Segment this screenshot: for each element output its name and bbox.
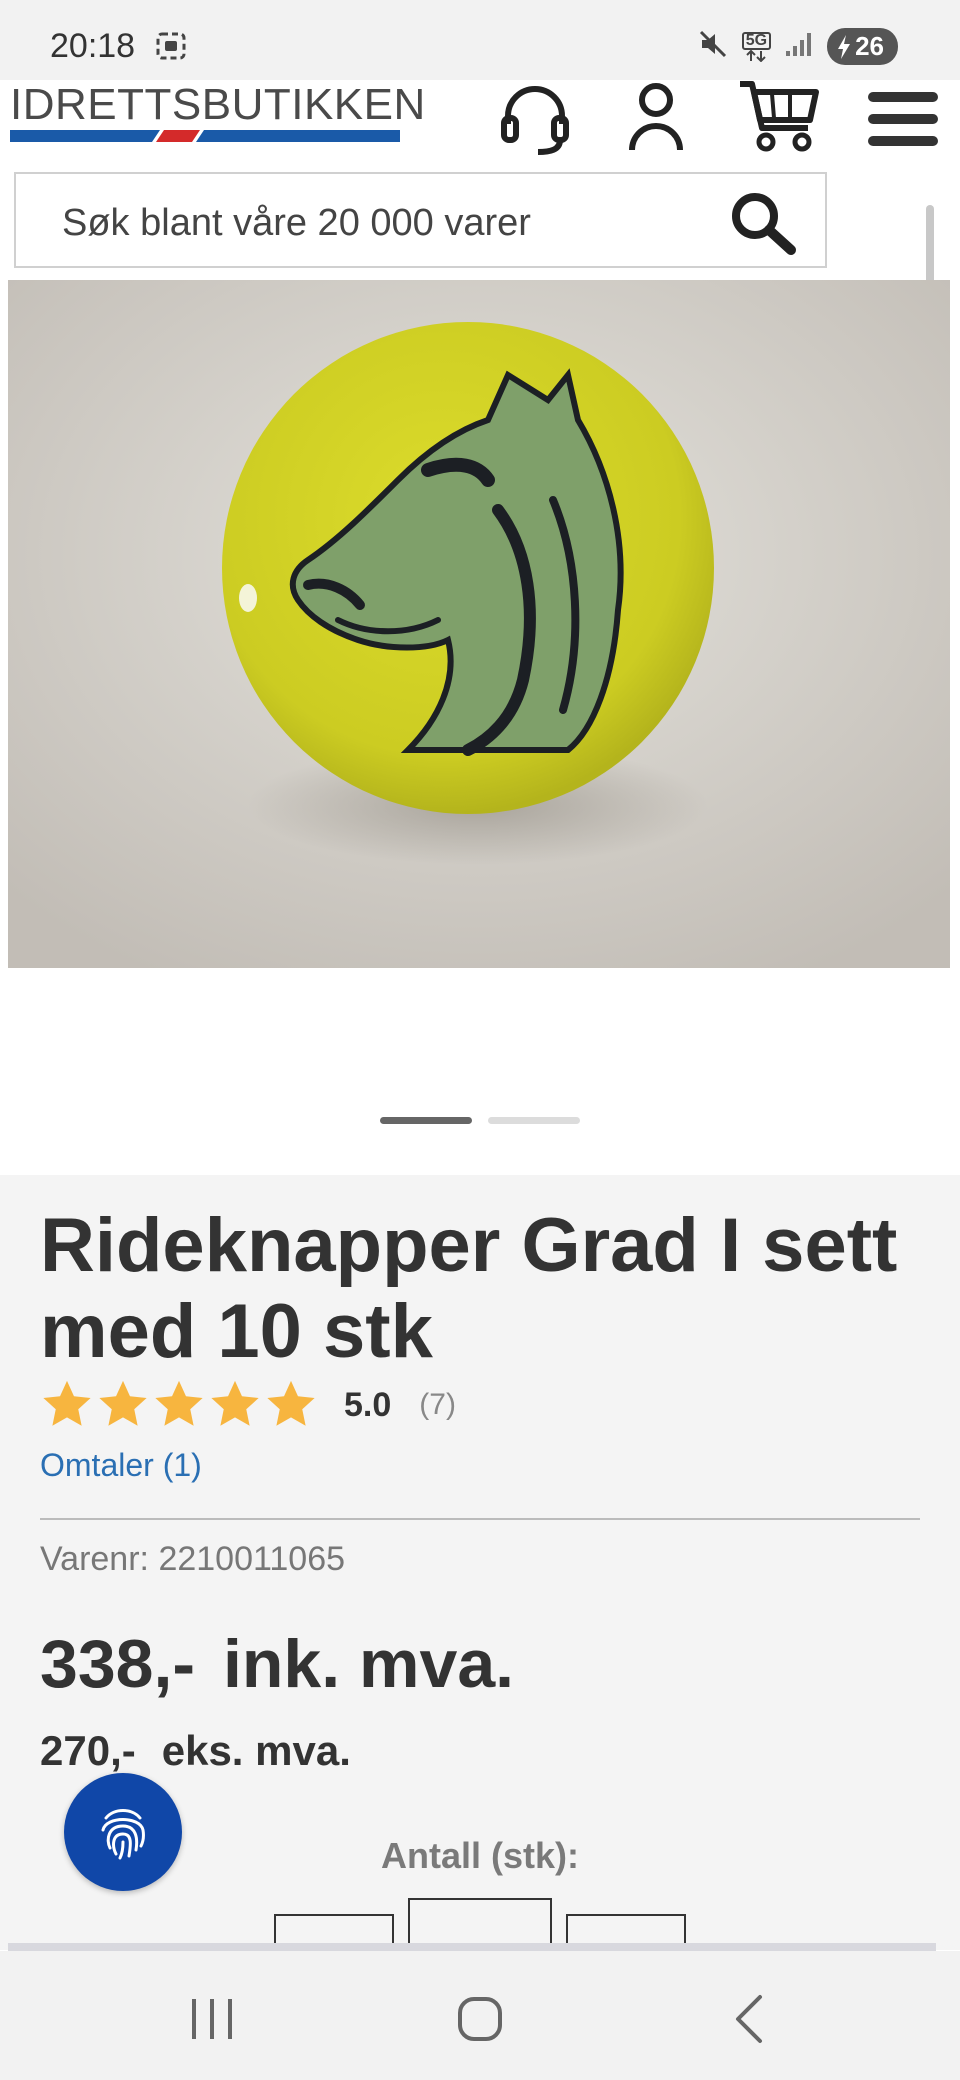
- price-inc-value: 338,-: [40, 1626, 195, 1702]
- screenshot-icon: [156, 32, 186, 65]
- mute-icon: [698, 29, 728, 64]
- price-ex-label: eks. mva.: [161, 1727, 351, 1774]
- star-icon: [155, 1380, 203, 1426]
- search-placeholder: Søk blant våre 20 000 varer: [62, 202, 531, 244]
- charging-icon: [838, 34, 851, 59]
- search-icon[interactable]: [729, 190, 799, 261]
- signal-icon: [785, 31, 813, 62]
- fingerprint-button[interactable]: [64, 1773, 182, 1891]
- rating-count: (7): [419, 1388, 456, 1421]
- rating-score: 5.0: [344, 1385, 392, 1424]
- product-image[interactable]: [8, 280, 950, 968]
- battery-indicator: 26: [827, 28, 898, 65]
- gallery-dot-1[interactable]: [380, 1117, 472, 1124]
- star-icon: [211, 1380, 259, 1426]
- site-header: IDRETTSBUTIKKEN: [0, 80, 960, 170]
- status-icons: 5G 26: [698, 28, 898, 65]
- logo-stripe: [10, 130, 400, 142]
- fingerprint-icon: [101, 1809, 145, 1860]
- logo-text: IDRETTSBUTIKKEN: [10, 80, 426, 129]
- gallery-pagination: [0, 1117, 960, 1124]
- menu-icon[interactable]: [866, 88, 940, 157]
- network-label: 5G: [741, 31, 772, 50]
- sku-value: 2210011065: [158, 1540, 346, 1578]
- star-icon: [99, 1380, 147, 1426]
- cart-icon[interactable]: [738, 80, 820, 157]
- headset-icon[interactable]: [500, 84, 570, 161]
- price-including-vat: 338,- ink. mva.: [40, 1625, 514, 1703]
- status-bar: 20:18 5G 26: [0, 0, 960, 80]
- back-icon[interactable]: [732, 1993, 764, 2050]
- bottom-divider: [8, 1943, 936, 1951]
- rating: 5.0 (7): [40, 1379, 456, 1431]
- home-icon[interactable]: [456, 1995, 504, 2048]
- battery-level: 26: [855, 31, 884, 61]
- price-excluding-vat: 270,- eks. mva.: [40, 1727, 351, 1775]
- gallery-dot-2[interactable]: [488, 1117, 580, 1124]
- sku-label: Varenr:: [40, 1540, 149, 1578]
- sku: Varenr: 2210011065: [40, 1540, 345, 1579]
- divider: [40, 1518, 920, 1520]
- product-title: Rideknapper Grad I sett med 10 stk: [40, 1203, 898, 1374]
- horse-head-button-image: [8, 280, 950, 968]
- system-navbar: [0, 1951, 960, 2080]
- network-icon: 5G: [741, 31, 772, 62]
- star-icon: [43, 1380, 91, 1426]
- rating-stars: [40, 1379, 318, 1431]
- search-input[interactable]: Søk blant våre 20 000 varer: [14, 172, 827, 268]
- status-time: 20:18: [50, 27, 136, 65]
- recent-apps-icon[interactable]: [188, 1997, 238, 2046]
- account-icon[interactable]: [628, 82, 684, 159]
- star-icon: [267, 1380, 315, 1426]
- reviews-link[interactable]: Omtaler (1): [40, 1447, 202, 1484]
- price-ex-value: 270,-: [40, 1727, 136, 1774]
- price-inc-label: ink. mva.: [223, 1626, 515, 1702]
